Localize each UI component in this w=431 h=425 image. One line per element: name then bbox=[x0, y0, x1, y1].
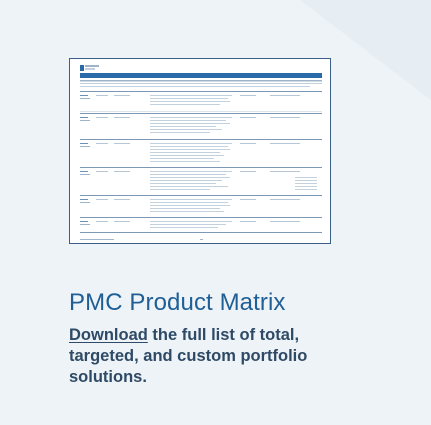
product-matrix-card: PMC Product Matrix Download the full lis… bbox=[0, 0, 431, 425]
document-thumbnail[interactable] bbox=[69, 58, 331, 244]
card-title: PMC Product Matrix bbox=[69, 289, 286, 316]
download-link[interactable]: Download bbox=[69, 326, 148, 344]
card-description: Download the full list of total, targete… bbox=[69, 325, 369, 388]
document-preview-graphic bbox=[80, 65, 322, 240]
